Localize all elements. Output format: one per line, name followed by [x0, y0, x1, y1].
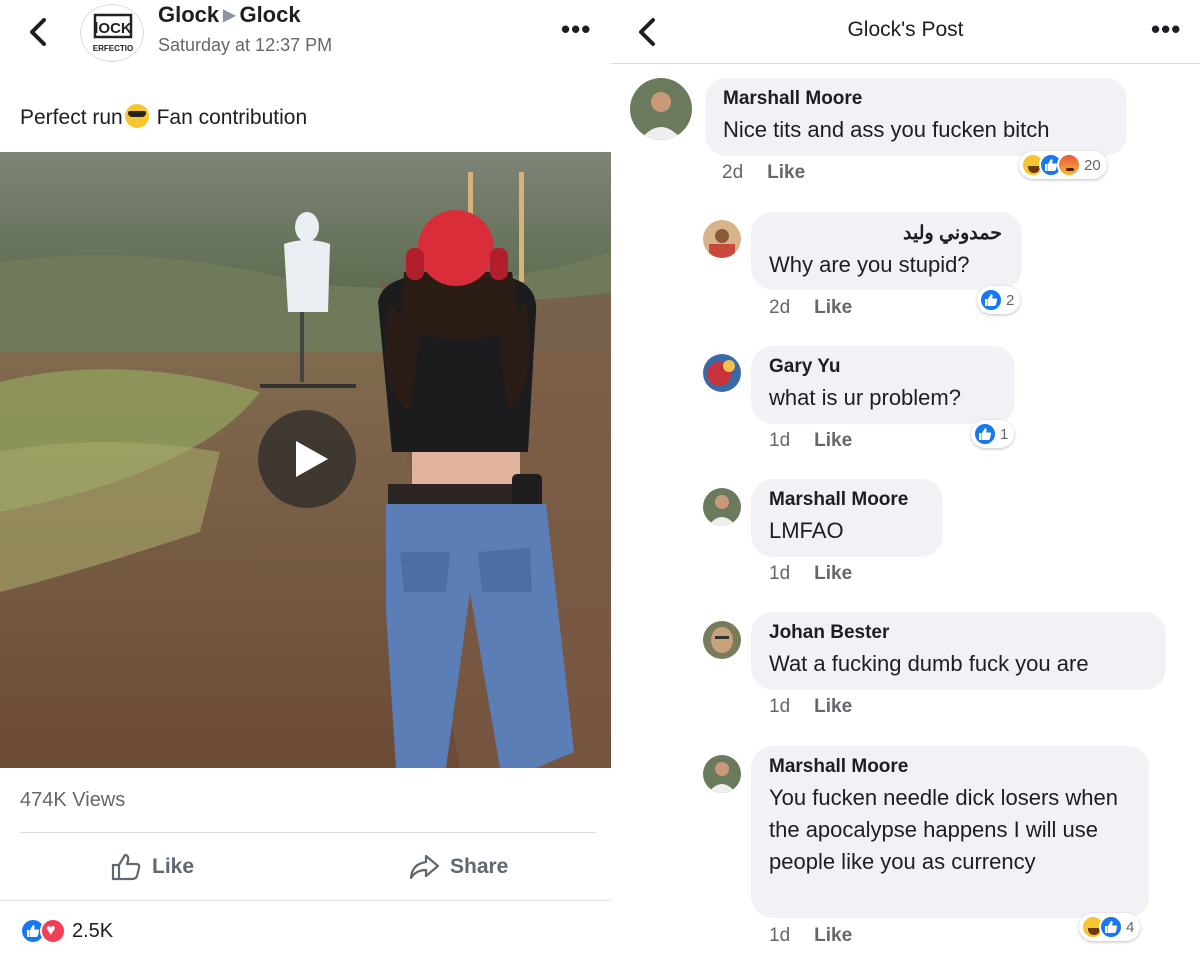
thumbs-up-icon — [111, 853, 141, 881]
comment-age[interactable]: 2d — [769, 297, 790, 318]
comment-author[interactable]: Gary Yu — [769, 356, 995, 378]
comment-age[interactable]: 1d — [769, 430, 790, 451]
avatar[interactable] — [630, 78, 692, 140]
comment-meta: 2d Like — [769, 297, 852, 319]
post-header-title: Glock ▶ Glock — [158, 2, 301, 28]
divider — [20, 832, 596, 833]
reaction-count: 4 — [1126, 918, 1135, 936]
reaction-count: 2 — [1006, 291, 1015, 309]
comment-author[interactable]: Marshall Moore — [769, 489, 923, 511]
target-name-link[interactable]: Glock — [239, 2, 300, 27]
comment-meta: 1d Like — [769, 563, 852, 585]
comment-text: Why are you stupid? — [769, 252, 970, 277]
back-icon[interactable] — [24, 12, 54, 52]
reaction-count: 2.5K — [72, 919, 114, 942]
avatar[interactable] — [703, 354, 741, 392]
comment-like-button[interactable]: Like — [814, 925, 852, 946]
like-button-label: Like — [152, 855, 195, 878]
comment-author[interactable]: Marshall Moore — [769, 756, 1129, 778]
post-text-part-2: Fan contribution — [156, 106, 308, 129]
comment-age[interactable]: 1d — [769, 925, 790, 946]
divider — [0, 900, 611, 901]
sunglasses-emoji-icon — [124, 104, 149, 128]
share-button[interactable]: Share — [408, 846, 508, 888]
play-icon[interactable] — [258, 410, 356, 508]
reaction-count: 20 — [1084, 156, 1101, 174]
view-count: 474K Views — [20, 789, 126, 811]
comment-bubble[interactable]: Marshall Moore Nice tits and ass you fuc… — [705, 78, 1127, 156]
comments-panel: Glock's Post ••• Marshall Moore Nice tit… — [611, 0, 1200, 959]
comment-reactions[interactable]: 1 — [971, 420, 1015, 448]
comment-text: Nice tits and ass you fucken bitch — [723, 117, 1050, 142]
divider — [611, 63, 1200, 64]
video-player[interactable] — [0, 152, 611, 768]
comment-reactions[interactable]: 20 — [1019, 151, 1107, 179]
comment-bubble[interactable]: Johan Bester Wat a fucking dumb fuck you… — [751, 612, 1166, 690]
comment-like-button[interactable]: Like — [814, 563, 852, 584]
comment-reactions[interactable]: 2 — [977, 286, 1021, 314]
comment-age[interactable]: 1d — [769, 696, 790, 717]
comment-text: You fucken needle dick losers when the a… — [769, 785, 1118, 874]
post-panel: lOCK ERFECTIO Glock ▶ Glock Saturday at 12… — [0, 0, 611, 959]
like-icon — [1099, 915, 1123, 939]
more-options-icon[interactable]: ••• — [561, 16, 591, 42]
page-name-link[interactable]: Glock — [158, 2, 219, 27]
logo-subtext: ERFECTIO — [93, 44, 133, 53]
comment-text: Wat a fucking dumb fuck you are — [769, 651, 1089, 676]
page-avatar[interactable]: lOCK ERFECTIO — [80, 4, 144, 62]
share-arrow-icon — [409, 854, 440, 880]
comment-like-button[interactable]: Like — [814, 696, 852, 717]
avatar[interactable] — [703, 621, 741, 659]
comment-reactions[interactable]: 4 — [1079, 913, 1141, 941]
share-button-label: Share — [450, 855, 509, 878]
reaction-count: 1 — [1000, 425, 1009, 443]
triangle-right-icon: ▶ — [223, 7, 236, 24]
comment-author[interactable]: حمدوني وليد — [769, 222, 1002, 245]
comment-bubble[interactable]: Marshall Moore You fucken needle dick lo… — [751, 746, 1149, 918]
comment-age[interactable]: 2d — [722, 162, 743, 183]
more-options-icon[interactable]: ••• — [1151, 16, 1181, 42]
avatar[interactable] — [703, 220, 741, 258]
comment-like-button[interactable]: Like — [814, 430, 852, 451]
post-text: Perfect run Fan contribution — [20, 104, 307, 130]
like-button[interactable]: Like — [110, 846, 194, 888]
comment-like-button[interactable]: Like — [767, 162, 805, 183]
page-title: Glock's Post — [847, 18, 964, 41]
avatar[interactable] — [703, 488, 741, 526]
comment-meta: 1d Like — [769, 696, 852, 718]
comment-bubble[interactable]: Marshall Moore LMFAO — [751, 479, 943, 557]
post-text-part-1: Perfect run — [20, 106, 123, 129]
logo-text: lOCK — [94, 20, 132, 37]
comment-bubble[interactable]: Gary Yu what is ur problem? — [751, 346, 1015, 424]
comment-author[interactable]: Marshall Moore — [723, 88, 1107, 110]
angry-icon — [1057, 153, 1081, 177]
comment-bubble[interactable]: حمدوني وليد Why are you stupid? — [751, 212, 1022, 290]
post-timestamp[interactable]: Saturday at 12:37 PM — [158, 35, 332, 56]
comment-text: LMFAO — [769, 518, 844, 543]
comment-text: what is ur problem? — [769, 385, 961, 410]
comment-age[interactable]: 1d — [769, 563, 790, 584]
avatar[interactable] — [703, 755, 741, 793]
comment-like-button[interactable]: Like — [814, 297, 852, 318]
reactions-summary[interactable]: 2.5K — [20, 918, 113, 944]
comment-meta: 1d Like — [769, 430, 852, 452]
like-icon — [979, 288, 1003, 312]
comment-meta: 2d Like — [722, 162, 805, 184]
comment-author[interactable]: Johan Bester — [769, 622, 1146, 644]
like-icon — [973, 422, 997, 446]
love-icon — [40, 918, 66, 944]
comment-meta: 1d Like — [769, 925, 852, 947]
